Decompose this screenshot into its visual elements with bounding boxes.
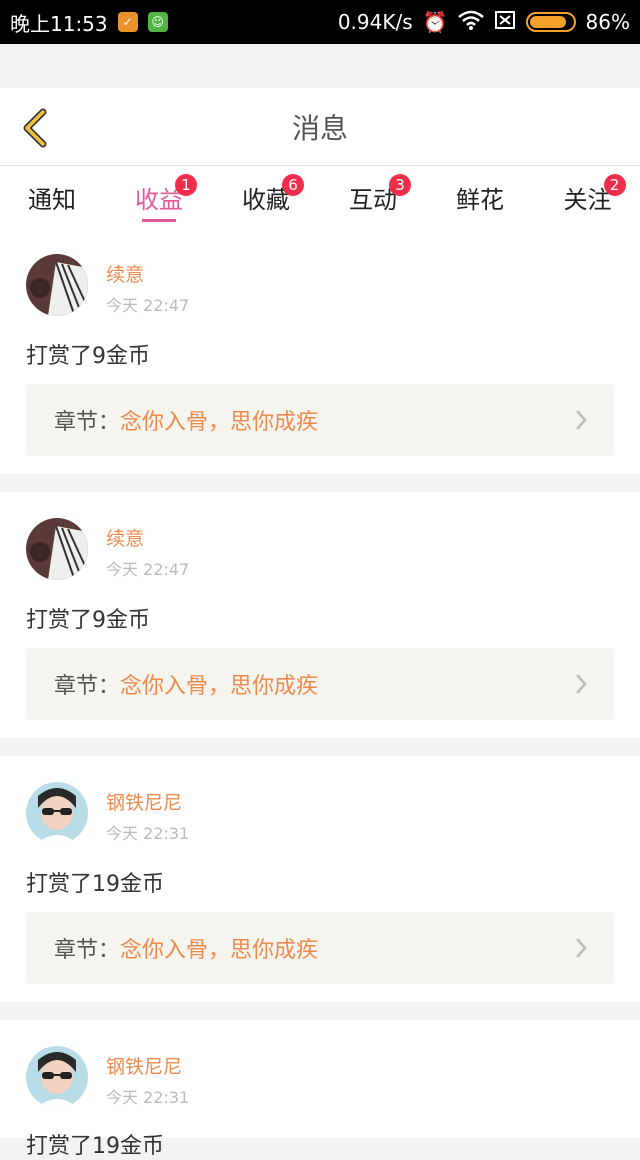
back-button[interactable] (14, 106, 54, 150)
active-tab-indicator (142, 219, 176, 222)
tab-earnings[interactable]: 收益 1 (107, 166, 211, 228)
message-card: 续意 今天 22:47 打赏了9金币 章节： 念你入骨，思你成疾 (0, 228, 640, 474)
chapter-link[interactable]: 章节： 念你入骨，思你成疾 (26, 384, 614, 456)
avatar[interactable] (26, 782, 88, 844)
message-card: 续意 今天 22:47 打赏了9金币 章节： 念你入骨，思你成疾 (0, 492, 640, 738)
user-name[interactable]: 钢铁尼尼 (106, 1052, 182, 1079)
chapter-label: 章节： (54, 938, 121, 963)
chapter-title: 念你入骨，思你成疾 (120, 938, 319, 963)
chapter-title: 念你入骨，思你成疾 (120, 410, 319, 435)
battery-percent: 86% (585, 10, 630, 34)
status-bar: 晚上11:53 ✓ ☺ 0.94K/s ⏰ 86% (0, 0, 640, 44)
tab-badge: 2 (603, 173, 626, 196)
message-time: 今天 22:47 (106, 560, 190, 579)
message-text: 打赏了19金币 (26, 872, 164, 897)
tab-favorites[interactable]: 收藏 6 (214, 166, 318, 228)
tab-notice[interactable]: 通知 (0, 166, 104, 228)
status-time: 晚上11:53 (10, 11, 108, 36)
avatar[interactable] (26, 254, 88, 316)
chapter-label: 章节： (54, 674, 121, 699)
message-time: 今天 22:47 (106, 296, 190, 315)
avatar[interactable] (26, 518, 88, 580)
alarm-icon: ⏰ (422, 10, 448, 34)
tab-flowers[interactable]: 鲜花 (428, 166, 532, 228)
top-spacer (0, 44, 640, 88)
message-text: 打赏了19金币 (26, 1134, 164, 1159)
chevron-right-icon (576, 938, 587, 958)
message-card: 钢铁尼尼 今天 22:31 打赏了19金币 (0, 1020, 640, 1159)
message-time: 今天 22:31 (106, 824, 190, 843)
tab-follow[interactable]: 关注 2 (535, 166, 640, 228)
wechat-icon: ☺ (147, 12, 168, 32)
chapter-title: 念你入骨，思你成疾 (120, 674, 319, 699)
user-name[interactable]: 续意 (106, 524, 144, 551)
battery-icon (525, 12, 576, 32)
user-name[interactable]: 续意 (106, 260, 144, 287)
tab-bar: 通知 收益 1 收藏 6 互动 3 鲜花 关注 2 (0, 166, 640, 228)
chevron-left-icon (23, 108, 47, 148)
chevron-right-icon (576, 410, 587, 430)
message-time: 今天 22:31 (106, 1088, 190, 1107)
net-speed: 0.94K/s (337, 10, 413, 34)
user-name[interactable]: 钢铁尼尼 (106, 788, 182, 815)
notification-app-icon: ✓ (117, 12, 138, 32)
chapter-link[interactable]: 章节： 念你入骨，思你成疾 (26, 912, 614, 984)
tab-badge: 1 (175, 173, 197, 196)
message-card: 钢铁尼尼 今天 22:31 打赏了19金币 章节： 念你入骨，思你成疾 (0, 756, 640, 1002)
chapter-label: 章节： (54, 410, 121, 435)
tab-label: 通知 (28, 185, 76, 214)
message-text: 打赏了9金币 (26, 344, 150, 369)
avatar[interactable] (26, 1046, 88, 1108)
tab-interaction[interactable]: 互动 3 (321, 166, 425, 228)
chevron-right-icon (576, 674, 587, 694)
chapter-link[interactable]: 章节： 念你入骨，思你成疾 (26, 648, 614, 720)
page-title: 消息 (291, 111, 348, 145)
tab-badge: 6 (282, 173, 304, 196)
no-sim-icon (494, 10, 516, 35)
tab-label: 鲜花 (456, 185, 504, 214)
message-text: 打赏了9金币 (26, 608, 150, 633)
wifi-icon (457, 10, 484, 35)
page-header: 消息 (0, 88, 640, 166)
tab-badge: 3 (389, 173, 411, 196)
